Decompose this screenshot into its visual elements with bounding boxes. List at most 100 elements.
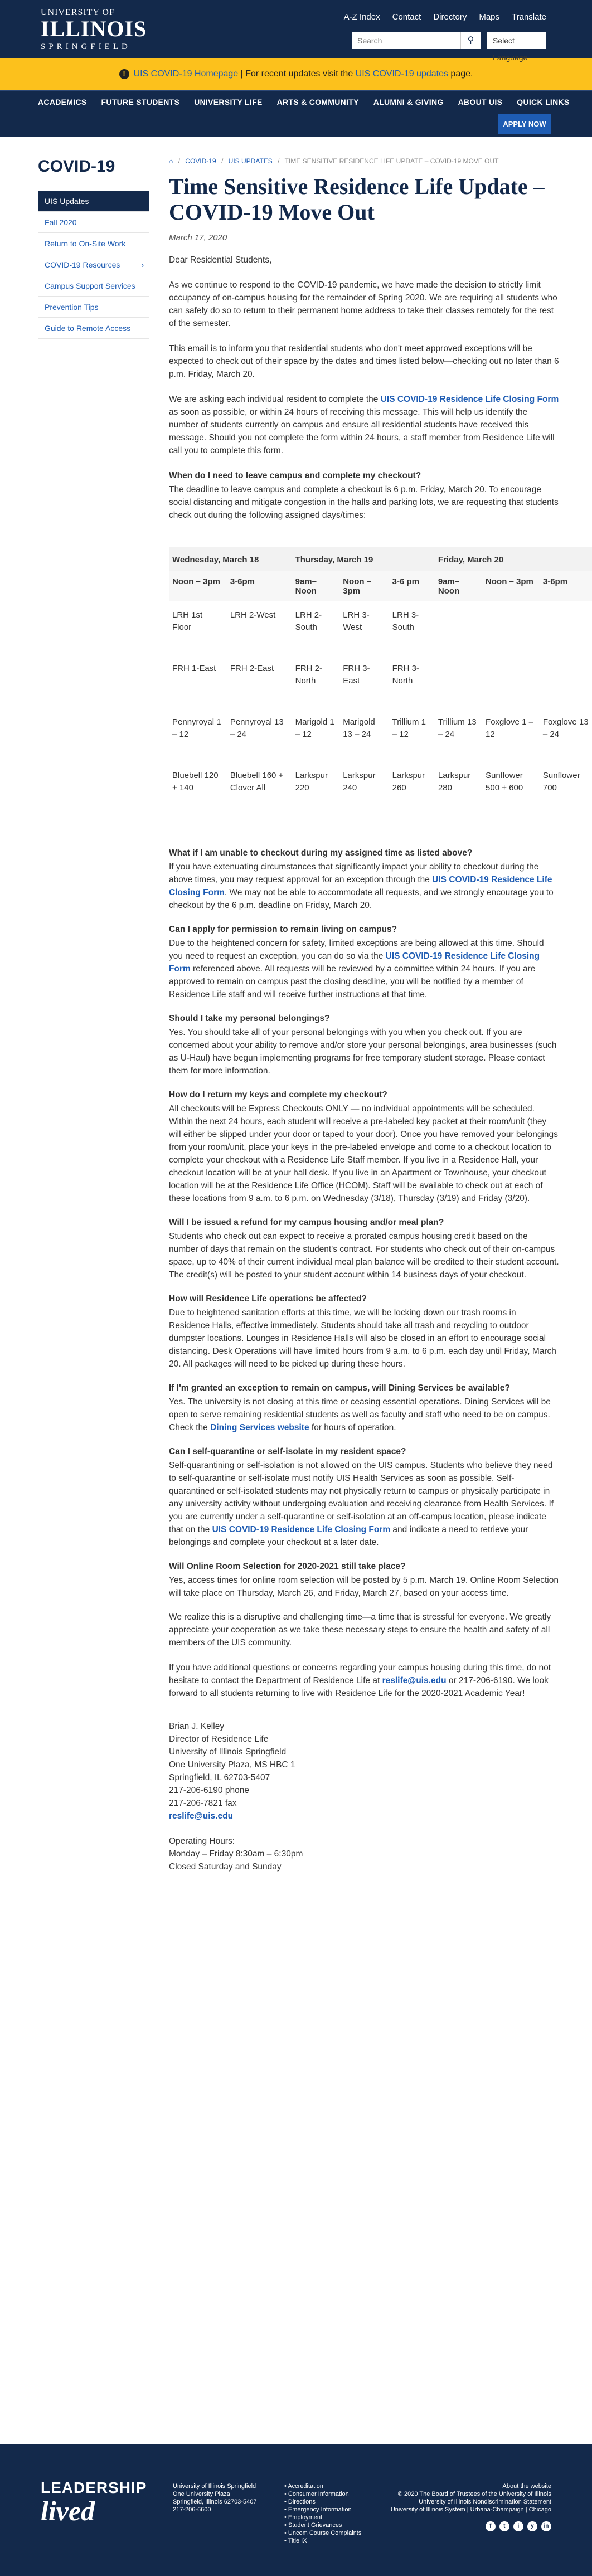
alert-link-homepage[interactable]: UIS COVID-19 Homepage xyxy=(134,69,239,79)
util-link-directory[interactable]: Directory xyxy=(433,12,467,22)
sidebar-item-return-to-work[interactable]: Return to On-Site Work xyxy=(38,233,149,254)
table-cell: LRH 3-South xyxy=(392,610,419,632)
question-operations: How will Residence Life operations be af… xyxy=(169,1294,367,1304)
footer-link-emergency[interactable]: Emergency Information xyxy=(284,2506,361,2514)
paragraph-text: Self-quarantining or self-isolation is n… xyxy=(169,1461,554,1534)
alert-text-middle: | For recent updates visit the xyxy=(238,69,356,79)
sidebar-item-support-services[interactable]: Campus Support Services xyxy=(38,275,149,297)
utility-nav: A-Z Index Contact Directory Maps Transla… xyxy=(332,12,546,22)
instagram-icon[interactable]: i xyxy=(513,2521,523,2531)
table-cell-time: 3-6pm xyxy=(539,571,592,601)
footer-legal: About the website © 2020 The Board of Tr… xyxy=(391,2482,551,2531)
sidebar-item-remote-access[interactable]: Guide to Remote Access xyxy=(38,318,149,339)
signature-block: Brian J. Kelley Director of Residence Li… xyxy=(169,1720,559,1822)
search-icon[interactable]: ⚲ xyxy=(460,32,481,49)
answer-dining: Yes. The university is not closing at th… xyxy=(169,1396,559,1434)
nav-university-life[interactable]: UNIVERSITY LIFE xyxy=(194,98,262,106)
question-self-quarantine: Can I self-quarantine or self-isolate in… xyxy=(169,1447,406,1456)
footer-link-course-complaints[interactable]: Uncom Course Complaints xyxy=(284,2529,361,2537)
util-link-contact[interactable]: Contact xyxy=(392,12,421,22)
table-cell-time: 9am– Noon xyxy=(434,571,483,601)
language-select[interactable]: Select Language xyxy=(487,32,546,62)
main-content: ⌂ / COVID-19 / UIS UPDATES / TIME SENSIT… xyxy=(169,157,592,1873)
signature-email-link[interactable]: reslife@uis.edu xyxy=(169,1811,233,1821)
footer-links: Accreditation Consumer Information Direc… xyxy=(284,2482,361,2545)
facebook-icon[interactable]: f xyxy=(485,2521,496,2531)
footer-address-line: Springfield, Illinois 62703-5407 xyxy=(173,2499,257,2505)
answer-operations: Due to heightened sanitation efforts at … xyxy=(169,1308,556,1369)
paragraph-checkout-notice: This email is to inform you that residen… xyxy=(169,344,559,379)
alert-link-updates[interactable]: UIS COVID-19 updates xyxy=(356,69,448,79)
nav-arts-community[interactable]: ARTS & COMMUNITY xyxy=(277,98,359,106)
reslife-email-link[interactable]: reslife@uis.edu xyxy=(382,1676,447,1685)
chevron-right-icon[interactable]: › xyxy=(141,254,144,275)
sidebar-item-prevention-tips[interactable]: Prevention Tips xyxy=(38,297,149,318)
breadcrumb-separator: / xyxy=(278,157,280,165)
table-cell: FRH 3-East xyxy=(343,664,370,686)
closing-form-link[interactable]: UIS COVID-19 Residence Life Closing Form xyxy=(381,395,559,404)
dining-services-link[interactable]: Dining Services website xyxy=(210,1423,309,1432)
util-link-az-index[interactable]: A-Z Index xyxy=(344,12,380,22)
breadcrumb-uis-updates[interactable]: UIS UPDATES xyxy=(229,157,273,165)
table-cell-time: Noon – 3pm xyxy=(339,571,389,601)
table-cell: Bluebell 120 + 140 xyxy=(172,771,219,793)
top-header: UNIVERSITY OF ILLINOIS SPRINGFIELD A-Z I… xyxy=(0,0,592,62)
answer-unable-checkout: If you have extenuating circumstances th… xyxy=(169,861,559,912)
sidebar-title: COVID-19 xyxy=(38,157,115,176)
table-cell: Pennyroyal 13 – 24 xyxy=(230,717,284,739)
question-unable-checkout: What if I am unable to checkout during m… xyxy=(169,848,473,858)
nav-future-students[interactable]: FUTURE STUDENTS xyxy=(101,98,179,106)
nav-about-uis[interactable]: ABOUT UIS xyxy=(458,98,503,106)
search-input[interactable] xyxy=(352,32,460,49)
twitter-icon[interactable]: t xyxy=(499,2521,509,2531)
operating-hours: Operating Hours: Monday – Friday 8:30am … xyxy=(169,1835,559,1873)
footer-link-grievances[interactable]: Student Grievances xyxy=(284,2521,361,2529)
logo-illinois-text[interactable]: ILLINOIS xyxy=(41,17,147,41)
table-cell: FRH 3-North xyxy=(392,664,419,686)
table-cell: Trillium 1 – 12 xyxy=(392,717,426,739)
footer-link-nondiscrimination[interactable]: University of Illinois Nondiscrimination… xyxy=(391,2498,551,2506)
footer-copyright: © 2020 The Board of Trustees of the Univ… xyxy=(397,2491,551,2497)
sidebar-item-resources[interactable]: COVID-19 Resources › xyxy=(38,254,149,275)
closing-form-link[interactable]: UIS COVID-19 Residence Life Closing Form xyxy=(212,1525,391,1534)
alert-text-end: page. xyxy=(448,69,473,79)
table-cell: FRH 2-East xyxy=(230,664,274,673)
apply-now-button[interactable]: APPLY NOW xyxy=(498,114,551,134)
question-leave-campus: When do I need to leave campus and compl… xyxy=(169,471,421,480)
logo-springfield-text[interactable]: SPRINGFIELD xyxy=(41,42,131,52)
table-cell-time: 3-6pm xyxy=(226,571,292,601)
linkedin-icon[interactable]: in xyxy=(541,2521,551,2531)
util-link-translate[interactable]: Translate xyxy=(512,12,546,22)
nav-alumni-giving[interactable]: ALUMNI & GIVING xyxy=(373,98,444,106)
breadcrumb-covid19[interactable]: COVID-19 xyxy=(185,157,216,165)
footer-link-accreditation[interactable]: Accreditation xyxy=(284,2482,361,2490)
youtube-icon[interactable]: y xyxy=(527,2521,537,2531)
sidebar-item-fall-2020[interactable]: Fall 2020 xyxy=(38,212,149,233)
question-belongings: Should I take my personal belongings? xyxy=(169,1014,330,1023)
table-cell: Foxglove 13 – 24 xyxy=(542,717,589,739)
footer-link-about-website[interactable]: About the website xyxy=(391,2482,551,2490)
table-cell: Trillium 13 – 24 xyxy=(438,717,477,739)
home-icon[interactable]: ⌂ xyxy=(169,157,173,165)
footer-system-links[interactable]: University of Illinois System | Urbana-C… xyxy=(391,2506,551,2514)
table-cell: Bluebell 160 + Clover All xyxy=(230,771,284,793)
footer: LEADERSHIP lived University of Illinois … xyxy=(0,2444,592,2576)
nav-academics[interactable]: ACADEMICS xyxy=(38,98,86,106)
greeting: Dear Residential Students, xyxy=(169,255,272,265)
util-link-maps[interactable]: Maps xyxy=(479,12,499,22)
nav-quick-links[interactable]: QUICK LINKS xyxy=(517,98,569,106)
footer-link-title-ix[interactable]: Title IX xyxy=(284,2537,361,2545)
table-header-day: Wednesday, March 18 xyxy=(169,547,292,571)
table-row: LRH 1st Floor LRH 2-West LRH 2-South LRH… xyxy=(169,601,592,655)
answer-self-quarantine: Self-quarantining or self-isolation is n… xyxy=(169,1459,559,1549)
table-cell xyxy=(435,601,482,655)
table-cell xyxy=(482,601,540,655)
sidebar-item-uis-updates[interactable]: UIS Updates xyxy=(38,191,149,212)
footer-link-directions[interactable]: Directions xyxy=(284,2498,361,2506)
table-cell xyxy=(482,655,540,708)
footer-link-employment[interactable]: Employment xyxy=(284,2514,361,2521)
table-cell: Marigold 13 – 24 xyxy=(343,717,375,739)
footer-link-consumer-info[interactable]: Consumer Information xyxy=(284,2490,361,2498)
table-cell: FRH 2-North xyxy=(295,664,322,686)
table-cell: Larkspur 260 xyxy=(392,771,425,793)
